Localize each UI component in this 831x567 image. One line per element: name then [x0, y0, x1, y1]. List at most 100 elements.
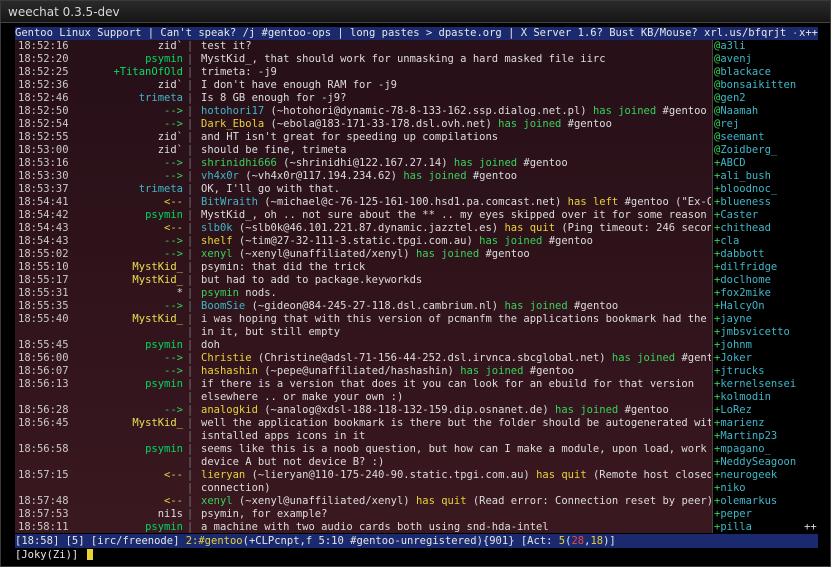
- chat-buffer[interactable]: 18:52:16 zid` | test it? 18:52:20 psymin | Myst…: [15, 40, 712, 533]
- chat-line: 18:55:45 psymin | doh: [15, 339, 712, 352]
- nicklist-item[interactable]: +kernelsensei: [714, 378, 796, 391]
- status-segment: 2:#gentoo: [185, 535, 243, 547]
- nicklist-item[interactable]: @a3li: [714, 40, 746, 53]
- chat-separator: |: [186, 235, 194, 247]
- nicklist[interactable]: @a3li @avenj @blackace @bonsaikitten @gen2 @N…: [713, 40, 817, 533]
- nicklist-item[interactable]: +jtrucks: [714, 365, 765, 378]
- nicklist-item[interactable]: @Naamah: [714, 105, 758, 118]
- chat-separator: |: [186, 40, 194, 52]
- nicklist-item[interactable]: +cla: [714, 235, 739, 248]
- nicklist-item[interactable]: +doclhome: [714, 274, 771, 287]
- nicklist-item[interactable]: +jayne: [714, 313, 752, 326]
- nicklist-item[interactable]: @seemant: [714, 131, 765, 144]
- chat-separator: |: [186, 261, 194, 273]
- chat-nick[interactable]: psymin: [77, 443, 183, 456]
- nicklist-item[interactable]: +jmbsvicetto: [714, 326, 790, 339]
- chat-nick[interactable]: MystKid_: [77, 274, 183, 287]
- nicklist-item[interactable]: +chithead: [714, 222, 771, 235]
- chat-message: connection): [201, 482, 271, 494]
- chat-separator: |: [186, 391, 194, 403]
- chat-nick[interactable]: trimeta: [77, 183, 183, 196]
- chat-separator: |: [186, 313, 194, 325]
- input-bar[interactable]: [Joky(Zi)]: [15, 548, 818, 562]
- nicklist-item[interactable]: @blackace: [714, 66, 771, 79]
- nicklist-item[interactable]: +Martinp23: [714, 430, 777, 443]
- chat-message: psymin, for example?: [201, 508, 328, 520]
- nicklist-item[interactable]: +neurogeek: [714, 469, 777, 482]
- nicklist-item[interactable]: +ali_bush: [714, 170, 771, 183]
- chat-message: isntalled apps icons in it: [201, 430, 366, 442]
- nicklist-item[interactable]: +kolmodin: [714, 391, 771, 404]
- chat-nick[interactable]: psymin: [77, 521, 183, 533]
- chat-message: and HT isn't great for speeding up compi…: [201, 131, 499, 143]
- chat-timestamp: 18:57:15: [18, 469, 69, 481]
- nicklist-item[interactable]: @avenj: [714, 53, 752, 66]
- chat-separator: |: [186, 79, 194, 91]
- nicklist-item[interactable]: +dilfridge: [714, 261, 777, 274]
- nicklist-item[interactable]: +NeddySeagoon: [714, 456, 796, 469]
- nicklist-item[interactable]: @gen2: [714, 92, 746, 105]
- nicklist-item[interactable]: +mpagano_: [714, 443, 771, 456]
- status-segment: 18:58: [21, 535, 53, 547]
- chat-nick[interactable]: MystKid_: [77, 261, 183, 274]
- chat-line: 18:55:35 --> | BoomSie (~gideon@84-245-27-1…: [15, 300, 712, 313]
- nicklist-item[interactable]: +LoRez: [714, 404, 752, 417]
- status-segment: #gentoo-unregistered: [350, 535, 477, 547]
- nicklist-item[interactable]: +johnm: [714, 339, 752, 352]
- chat-message: I don't have enough RAM for -j9: [201, 79, 397, 91]
- nicklist-item[interactable]: @bonsaikitten: [714, 79, 796, 92]
- nicklist-item[interactable]: +pilla: [714, 521, 752, 533]
- chat-separator: |: [186, 274, 194, 286]
- chat-separator: |: [186, 378, 194, 390]
- chat-nick[interactable]: MystKid_: [77, 313, 183, 326]
- chat-nick[interactable]: MystKid_: [77, 417, 183, 430]
- chat-nick[interactable]: zid`: [77, 131, 183, 144]
- text-cursor: [86, 549, 93, 560]
- chat-line: 18:55:40 MystKid_ | i was hoping that with …: [15, 313, 712, 326]
- window-titlebar[interactable]: weechat 0.3.5-dev: [1, 1, 830, 23]
- nicklist-item[interactable]: +Caster: [714, 209, 758, 222]
- chat-nick[interactable]: ni1s: [77, 508, 183, 521]
- nicklist-item[interactable]: @Zoidberg_: [714, 144, 777, 157]
- nicklist-item[interactable]: +ABCD: [714, 157, 746, 170]
- chat-nick[interactable]: psymin: [77, 378, 183, 391]
- chat-nick[interactable]: zid`: [77, 144, 183, 157]
- chat-nick[interactable]: psymin: [77, 339, 183, 352]
- chat-timestamp: 18:55:35: [18, 300, 69, 312]
- chat-nick[interactable]: zid`: [77, 79, 183, 92]
- nicklist-item[interactable]: +peper: [714, 508, 752, 521]
- chat-nick[interactable]: zid`: [77, 40, 183, 53]
- nicklist-item[interactable]: +bloodnoc_: [714, 183, 777, 196]
- chat-nick: -->: [164, 404, 183, 416]
- nicklist-item[interactable]: +dabbott: [714, 248, 765, 261]
- chat-separator: |: [186, 170, 194, 182]
- chat-line: | connection): [15, 482, 712, 495]
- nicklist-item[interactable]: +fox2mike: [714, 287, 771, 300]
- chat-nick: -->: [164, 300, 183, 312]
- chat-line: 18:56:00 --> | Christie (Christine@adsl-71-…: [15, 352, 712, 365]
- chat-nick[interactable]: psymin: [77, 53, 183, 66]
- chat-separator: |: [186, 92, 194, 104]
- nicklist-item[interactable]: +marienz: [714, 417, 765, 430]
- nicklist-item[interactable]: +Joker: [714, 352, 752, 365]
- chat-message: should be fine, trimeta: [201, 144, 347, 156]
- chat-nick[interactable]: trimeta: [77, 92, 183, 105]
- chat-message: vh4x0r (~vh4x0r@117.194.234.62) has join…: [201, 170, 518, 182]
- nicklist-item[interactable]: +olemarkus: [714, 495, 777, 508]
- nicklist-item[interactable]: @rej: [714, 118, 739, 131]
- chat-nick[interactable]: +TitanOfOld: [77, 66, 183, 79]
- chat-message: well the application bookmark is there b…: [201, 417, 711, 429]
- chat-nick[interactable]: psymin: [77, 209, 183, 222]
- chat-separator: |: [186, 521, 194, 533]
- topic-text: Gentoo Linux Support | Can't speak? /j #…: [15, 27, 818, 39]
- nicklist-item[interactable]: +niko: [714, 482, 746, 495]
- nicklist-item[interactable]: +HalcyOn: [714, 300, 765, 313]
- chat-nick: -->: [164, 157, 183, 169]
- nicklist-item[interactable]: +blueness: [714, 196, 771, 209]
- chat-message: i was hoping that with this version of p…: [201, 313, 711, 325]
- chat-separator: |: [186, 495, 194, 507]
- chat-separator: |: [186, 339, 194, 351]
- chat-line: | isntalled apps icons in it: [15, 430, 712, 443]
- chat-line: 18:52:16 zid` | test it?: [15, 40, 712, 53]
- chat-message: BitWraith (~michael@c-76-125-161-100.hsd…: [201, 196, 711, 208]
